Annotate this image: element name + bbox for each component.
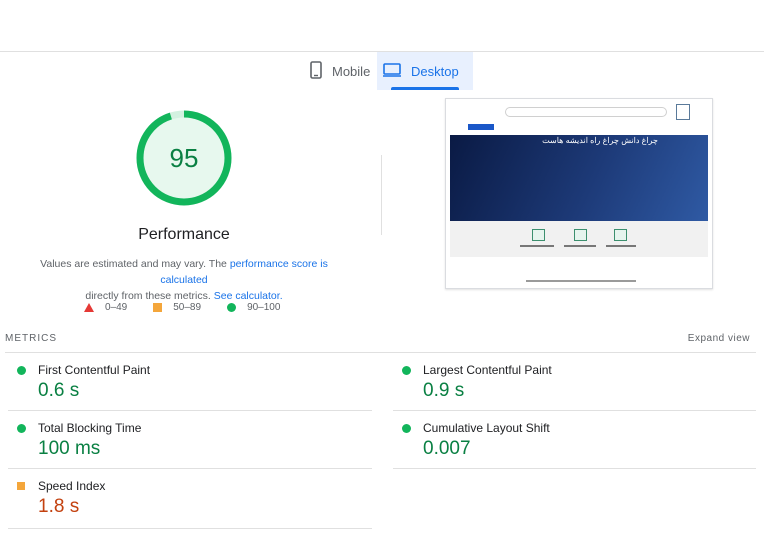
legend-pass: 90–100 xyxy=(227,302,280,313)
thumbnail-feature-icon xyxy=(574,229,587,241)
desktop-monitor-icon xyxy=(383,62,401,80)
metrics-heading: METRICS xyxy=(5,333,57,344)
metric-value: 100 ms xyxy=(38,438,101,459)
score-legend: 0–49 50–89 90–100 xyxy=(84,302,306,313)
metrics-divider xyxy=(393,410,756,411)
triangle-icon xyxy=(84,303,94,312)
page-screenshot-thumbnail[interactable]: چراغ دانش چراغ راه اندیشه هاست xyxy=(445,98,713,289)
metrics-divider xyxy=(8,410,372,411)
performance-score-value: 95 xyxy=(169,142,199,173)
section-divider xyxy=(381,155,382,235)
tab-mobile-label: Mobile xyxy=(332,63,371,79)
thumbnail-footer-text xyxy=(526,280,636,282)
metrics-divider xyxy=(8,468,372,469)
pass-circle-icon xyxy=(17,366,26,375)
pass-circle-icon xyxy=(402,424,411,433)
average-square-icon xyxy=(17,482,25,490)
see-calculator-link[interactable]: See calculator. xyxy=(214,290,283,302)
thumbnail-feature-icon xyxy=(532,229,545,241)
thumbnail-hero-title: چراغ دانش چراغ راه اندیشه هاست xyxy=(542,136,658,145)
expand-view-button[interactable]: Expand view xyxy=(688,333,750,344)
legend-average: 50–89 xyxy=(153,302,201,313)
note-text-mid: directly from these metrics. xyxy=(85,290,214,302)
tab-desktop[interactable]: Desktop xyxy=(377,52,473,90)
thumbnail-feature-label xyxy=(606,245,636,247)
tab-mobile[interactable]: Mobile xyxy=(300,52,380,90)
thumbnail-search-bar xyxy=(505,107,667,117)
legend-average-label: 50–89 xyxy=(173,302,202,313)
thumbnail-logo xyxy=(676,104,690,120)
mobile-phone-icon xyxy=(310,60,322,82)
metrics-divider xyxy=(393,468,756,469)
metrics-divider xyxy=(8,528,372,529)
metric-value: 0.007 xyxy=(423,438,471,459)
thumbnail-feature-label xyxy=(564,245,596,247)
metric-name: Largest Contentful Paint xyxy=(423,363,552,377)
pass-circle-icon xyxy=(17,424,26,433)
legend-fail: 0–49 xyxy=(84,302,127,313)
performance-title: Performance xyxy=(138,226,230,243)
metric-name: Total Blocking Time xyxy=(38,421,142,435)
thumbnail-feature-icon xyxy=(614,229,627,241)
legend-pass-label: 90–100 xyxy=(247,302,281,313)
active-tab-indicator xyxy=(391,87,459,90)
metric-value: 0.9 s xyxy=(423,380,465,401)
legend-fail-label: 0–49 xyxy=(105,302,128,313)
metric-name: Cumulative Layout Shift xyxy=(423,421,550,435)
pass-circle-icon xyxy=(402,366,411,375)
square-icon xyxy=(153,303,163,312)
metric-value: 0.6 s xyxy=(38,380,80,401)
note-text-prefix: Values are estimated and may vary. The xyxy=(40,258,230,270)
thumbnail-feature-label xyxy=(520,245,554,247)
device-tabs: Mobile Desktop xyxy=(0,52,764,90)
metrics-divider xyxy=(5,352,756,353)
metric-name: Speed Index xyxy=(38,479,106,493)
thumbnail-hero-banner xyxy=(450,135,708,221)
circle-icon xyxy=(227,303,237,312)
metric-name: First Contentful Paint xyxy=(38,363,151,377)
thumbnail-button xyxy=(468,124,494,130)
metric-value: 1.8 s xyxy=(38,496,80,517)
performance-note: Values are estimated and may vary. The p… xyxy=(20,256,348,304)
tab-desktop-label: Desktop xyxy=(411,63,459,79)
